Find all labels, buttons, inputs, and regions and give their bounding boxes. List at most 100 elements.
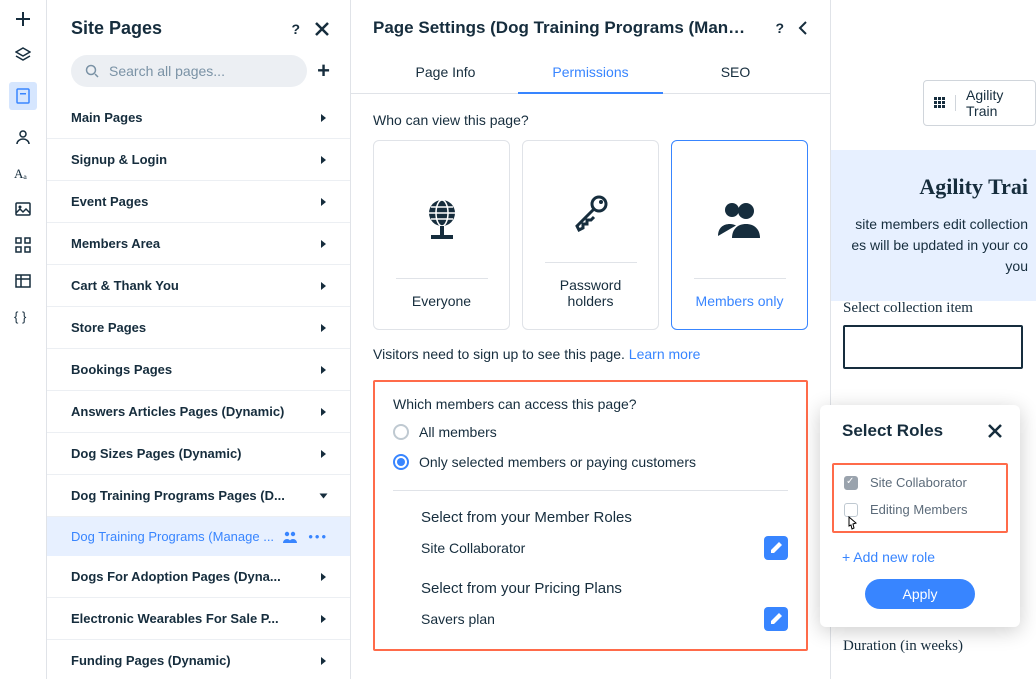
rail-people-icon[interactable]: [14, 128, 32, 146]
page-group[interactable]: Answers Articles Pages (Dynamic): [47, 391, 350, 433]
page-group-label: Members Area: [71, 236, 160, 251]
page-group-label: Signup & Login: [71, 152, 167, 167]
page-group[interactable]: Cart & Thank You: [47, 265, 350, 307]
page-group[interactable]: Members Area: [47, 223, 350, 265]
roles-list-highlighted: Site Collaborator Editing Members: [832, 463, 1008, 533]
site-pages-panel: Site Pages ? + Main Pages Signup & Login…: [47, 0, 351, 679]
left-rail: Aₐ { }: [0, 0, 47, 679]
roles-body: Site Collaborator Editing Members: [820, 455, 1020, 535]
radio-selected-members[interactable]: Only selected members or paying customer…: [393, 454, 788, 470]
radio-all-members[interactable]: All members: [393, 424, 788, 440]
plans-heading: Select from your Pricing Plans: [421, 580, 788, 597]
pages-header: Site Pages ?: [47, 0, 350, 55]
role-label: Site Collaborator: [870, 475, 967, 490]
page-group[interactable]: Signup & Login: [47, 139, 350, 181]
members-icon: [282, 531, 298, 543]
perm-card-password[interactable]: Password holders: [522, 140, 659, 330]
member-roles-section: Select from your Member Roles Site Colla…: [393, 490, 788, 631]
perm-card-label: Password holders: [545, 262, 637, 309]
more-icon[interactable]: •••: [308, 529, 328, 544]
edit-roles-button[interactable]: [764, 536, 788, 560]
key-icon: [571, 161, 611, 262]
settings-header: Page Settings (Dog Training Programs (Ma…: [351, 0, 830, 52]
page-group[interactable]: Bookings Pages: [47, 349, 350, 391]
chevron-right-icon: [321, 324, 326, 332]
back-icon[interactable]: [798, 21, 808, 35]
rail-text-icon[interactable]: Aₐ: [14, 164, 32, 182]
chevron-right-icon: [321, 156, 326, 164]
page-group-label: Electronic Wearables For Sale P...: [71, 611, 279, 626]
chevron-right-icon: [321, 573, 326, 581]
chevron-right-icon: [321, 450, 326, 458]
page-group-label: Store Pages: [71, 320, 146, 335]
chevron-right-icon: [321, 657, 326, 665]
members-access-label: Which members can access this page?: [393, 396, 788, 412]
perm-card-members[interactable]: Members only: [671, 140, 808, 330]
roles-title: Select Roles: [842, 421, 943, 441]
chevron-right-icon: [321, 366, 326, 374]
chevron-right-icon: [321, 615, 326, 623]
roles-header: Select Roles: [820, 405, 1020, 455]
perm-card-label: Everyone: [396, 278, 488, 309]
pages-search-row: +: [47, 55, 350, 87]
form-area: Select collection item: [843, 300, 1036, 369]
rail-apps-icon[interactable]: [14, 236, 32, 254]
settings-tabs: Page Info Permissions SEO: [351, 52, 830, 94]
search-input-wrapper[interactable]: [71, 55, 307, 87]
page-group-label: Event Pages: [71, 194, 148, 209]
hero-body-line: es will be updated in your co: [831, 235, 1028, 256]
chevron-down-icon: [320, 493, 328, 498]
roles-heading: Select from your Member Roles: [421, 509, 788, 526]
rail-table-icon[interactable]: [14, 272, 32, 290]
rail-image-icon[interactable]: [14, 200, 32, 218]
page-group[interactable]: Main Pages: [47, 97, 350, 139]
page-group[interactable]: Dog Sizes Pages (Dynamic): [47, 433, 350, 475]
help-icon[interactable]: ?: [775, 20, 784, 36]
rail-pages-icon[interactable]: [9, 82, 37, 110]
collection-item-input[interactable]: [843, 325, 1023, 369]
rail-code-icon[interactable]: { }: [14, 308, 32, 326]
close-icon[interactable]: [988, 424, 1002, 438]
add-new-role-link[interactable]: + Add new role: [820, 535, 1020, 579]
role-checkbox-row[interactable]: Editing Members: [844, 502, 996, 517]
role-label: Editing Members: [870, 502, 968, 517]
members-access-section: Which members can access this page? All …: [373, 380, 808, 651]
chevron-right-icon: [321, 240, 326, 248]
form-label: Select collection item: [843, 300, 1036, 317]
page-group-expanded[interactable]: Dog Training Programs Pages (D...: [47, 475, 350, 517]
page-group[interactable]: Funding Pages (Dynamic): [47, 640, 350, 679]
plan-item-row: Savers plan: [421, 607, 788, 631]
search-input[interactable]: [109, 63, 293, 79]
rail-layers-icon[interactable]: [14, 46, 32, 64]
breadcrumb-chip[interactable]: Agility Train: [923, 80, 1036, 126]
page-group-label: Funding Pages (Dynamic): [71, 653, 231, 668]
apply-button[interactable]: Apply: [865, 579, 975, 609]
pages-title: Site Pages: [71, 18, 162, 39]
learn-more-link[interactable]: Learn more: [629, 346, 701, 362]
perm-card-everyone[interactable]: Everyone: [373, 140, 510, 330]
role-checkbox-row[interactable]: Site Collaborator: [844, 475, 996, 490]
add-page-button[interactable]: +: [317, 58, 330, 84]
tab-seo[interactable]: SEO: [663, 52, 808, 93]
permission-cards: Everyone Password holders Members only: [373, 140, 808, 330]
search-icon: [85, 64, 99, 78]
page-item-selected[interactable]: Dog Training Programs (Manage ... •••: [47, 517, 350, 556]
chevron-right-icon: [321, 282, 326, 290]
chip-label: Agility Train: [966, 87, 1025, 119]
page-group[interactable]: Electronic Wearables For Sale P...: [47, 598, 350, 640]
page-group-label: Main Pages: [71, 110, 143, 125]
checkbox-checked-icon: [844, 476, 858, 490]
page-group[interactable]: Dogs For Adoption Pages (Dyna...: [47, 556, 350, 598]
visitors-note: Visitors need to sign up to see this pag…: [373, 346, 808, 362]
edit-plans-button[interactable]: [764, 607, 788, 631]
tab-page-info[interactable]: Page Info: [373, 52, 518, 93]
page-group[interactable]: Event Pages: [47, 181, 350, 223]
rail-add-icon[interactable]: [14, 10, 32, 28]
tab-permissions[interactable]: Permissions: [518, 52, 663, 94]
perm-card-label: Members only: [694, 278, 786, 309]
page-settings-panel: Page Settings (Dog Training Programs (Ma…: [351, 0, 831, 679]
close-icon[interactable]: [314, 21, 330, 37]
page-group-label: Dog Sizes Pages (Dynamic): [71, 446, 242, 461]
help-icon[interactable]: ?: [291, 21, 300, 37]
page-group[interactable]: Store Pages: [47, 307, 350, 349]
